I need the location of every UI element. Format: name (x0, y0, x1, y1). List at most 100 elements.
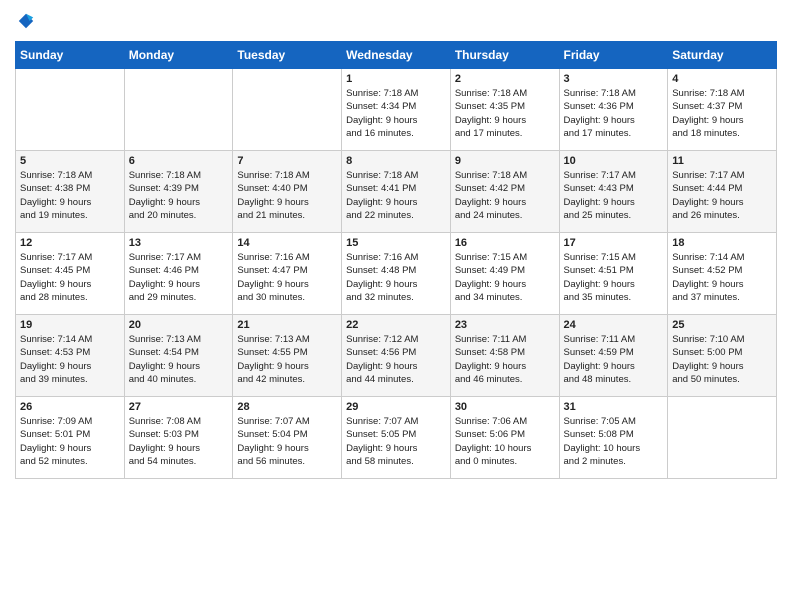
day-info: Sunrise: 7:18 AM Sunset: 4:42 PM Dayligh… (455, 169, 555, 222)
header (15, 10, 777, 31)
day-info: Sunrise: 7:07 AM Sunset: 5:04 PM Dayligh… (237, 415, 337, 468)
day-cell-23: 23 Sunrise: 7:11 AM Sunset: 4:58 PM Dayli… (450, 315, 559, 397)
day-number: 6 (129, 155, 229, 167)
day-number: 28 (237, 401, 337, 413)
day-number: 23 (455, 319, 555, 331)
day-number: 14 (237, 237, 337, 249)
day-info: Sunrise: 7:10 AM Sunset: 5:00 PM Dayligh… (672, 333, 772, 386)
week-row-4: 19 Sunrise: 7:14 AM Sunset: 4:53 PM Dayli… (16, 315, 777, 397)
day-info: Sunrise: 7:05 AM Sunset: 5:08 PM Dayligh… (564, 415, 664, 468)
day-info: Sunrise: 7:13 AM Sunset: 4:55 PM Dayligh… (237, 333, 337, 386)
day-cell-4: 4 Sunrise: 7:18 AM Sunset: 4:37 PM Daylig… (668, 69, 777, 151)
day-number: 4 (672, 73, 772, 85)
day-number: 2 (455, 73, 555, 85)
empty-cell (668, 397, 777, 479)
day-number: 3 (564, 73, 664, 85)
day-number: 10 (564, 155, 664, 167)
day-info: Sunrise: 7:11 AM Sunset: 4:59 PM Dayligh… (564, 333, 664, 386)
day-info: Sunrise: 7:08 AM Sunset: 5:03 PM Dayligh… (129, 415, 229, 468)
day-info: Sunrise: 7:18 AM Sunset: 4:34 PM Dayligh… (346, 87, 446, 140)
day-number: 13 (129, 237, 229, 249)
day-info: Sunrise: 7:17 AM Sunset: 4:46 PM Dayligh… (129, 251, 229, 304)
weekday-sunday: Sunday (16, 42, 125, 69)
day-info: Sunrise: 7:18 AM Sunset: 4:37 PM Dayligh… (672, 87, 772, 140)
weekday-header-row: SundayMondayTuesdayWednesdayThursdayFrid… (16, 42, 777, 69)
weekday-saturday: Saturday (668, 42, 777, 69)
page: SundayMondayTuesdayWednesdayThursdayFrid… (0, 0, 792, 489)
logo (15, 10, 35, 31)
day-info: Sunrise: 7:17 AM Sunset: 4:44 PM Dayligh… (672, 169, 772, 222)
weekday-wednesday: Wednesday (342, 42, 451, 69)
logo-icon (17, 12, 35, 30)
day-number: 18 (672, 237, 772, 249)
day-number: 15 (346, 237, 446, 249)
day-cell-29: 29Sunrise: 7:07 AM Sunset: 5:05 PM Dayli… (342, 397, 451, 479)
day-info: Sunrise: 7:16 AM Sunset: 4:47 PM Dayligh… (237, 251, 337, 304)
day-cell-3: 3 Sunrise: 7:18 AM Sunset: 4:36 PM Daylig… (559, 69, 668, 151)
day-cell-12: 12 Sunrise: 7:17 AM Sunset: 4:45 PM Dayli… (16, 233, 125, 315)
day-cell-18: 18 Sunrise: 7:14 AM Sunset: 4:52 PM Dayli… (668, 233, 777, 315)
day-number: 30 (455, 401, 555, 413)
day-number: 24 (564, 319, 664, 331)
day-number: 19 (20, 319, 120, 331)
day-info: Sunrise: 7:17 AM Sunset: 4:43 PM Dayligh… (564, 169, 664, 222)
day-cell-9: 9 Sunrise: 7:18 AM Sunset: 4:42 PM Daylig… (450, 151, 559, 233)
day-info: Sunrise: 7:14 AM Sunset: 4:52 PM Dayligh… (672, 251, 772, 304)
day-info: Sunrise: 7:06 AM Sunset: 5:06 PM Dayligh… (455, 415, 555, 468)
day-cell-27: 27 Sunrise: 7:08 AM Sunset: 5:03 PM Dayli… (124, 397, 233, 479)
day-info: Sunrise: 7:14 AM Sunset: 4:53 PM Dayligh… (20, 333, 120, 386)
day-cell-11: 11 Sunrise: 7:17 AM Sunset: 4:44 PM Dayli… (668, 151, 777, 233)
day-cell-15: 15 Sunrise: 7:16 AM Sunset: 4:48 PM Dayli… (342, 233, 451, 315)
day-number: 20 (129, 319, 229, 331)
day-cell-24: 24 Sunrise: 7:11 AM Sunset: 4:59 PM Dayli… (559, 315, 668, 397)
weekday-monday: Monday (124, 42, 233, 69)
day-info: Sunrise: 7:18 AM Sunset: 4:38 PM Dayligh… (20, 169, 120, 222)
day-info: Sunrise: 7:09 AM Sunset: 5:01 PM Dayligh… (20, 415, 120, 468)
week-row-3: 12 Sunrise: 7:17 AM Sunset: 4:45 PM Dayli… (16, 233, 777, 315)
day-cell-21: 21 Sunrise: 7:13 AM Sunset: 4:55 PM Dayli… (233, 315, 342, 397)
day-info: Sunrise: 7:07 AM Sunset: 5:05 PM Dayligh… (346, 415, 446, 468)
day-info: Sunrise: 7:18 AM Sunset: 4:39 PM Dayligh… (129, 169, 229, 222)
day-cell-10: 10 Sunrise: 7:17 AM Sunset: 4:43 PM Dayli… (559, 151, 668, 233)
day-number: 17 (564, 237, 664, 249)
day-number: 7 (237, 155, 337, 167)
day-number: 31 (564, 401, 664, 413)
day-info: Sunrise: 7:18 AM Sunset: 4:35 PM Dayligh… (455, 87, 555, 140)
day-cell-22: 22Sunrise: 7:12 AM Sunset: 4:56 PM Dayli… (342, 315, 451, 397)
day-cell-19: 19 Sunrise: 7:14 AM Sunset: 4:53 PM Dayli… (16, 315, 125, 397)
day-cell-13: 13 Sunrise: 7:17 AM Sunset: 4:46 PM Dayli… (124, 233, 233, 315)
day-info: Sunrise: 7:18 AM Sunset: 4:40 PM Dayligh… (237, 169, 337, 222)
day-number: 21 (237, 319, 337, 331)
week-row-2: 5 Sunrise: 7:18 AM Sunset: 4:38 PM Daylig… (16, 151, 777, 233)
day-number: 12 (20, 237, 120, 249)
day-info: Sunrise: 7:17 AM Sunset: 4:45 PM Dayligh… (20, 251, 120, 304)
day-info: Sunrise: 7:16 AM Sunset: 4:48 PM Dayligh… (346, 251, 446, 304)
day-cell-6: 6 Sunrise: 7:18 AM Sunset: 4:39 PM Daylig… (124, 151, 233, 233)
day-cell-26: 26Sunrise: 7:09 AM Sunset: 5:01 PM Dayli… (16, 397, 125, 479)
day-cell-2: 2 Sunrise: 7:18 AM Sunset: 4:35 PM Daylig… (450, 69, 559, 151)
day-info: Sunrise: 7:15 AM Sunset: 4:51 PM Dayligh… (564, 251, 664, 304)
day-cell-5: 5 Sunrise: 7:18 AM Sunset: 4:38 PM Daylig… (16, 151, 125, 233)
empty-cell (233, 69, 342, 151)
day-cell-25: 25 Sunrise: 7:10 AM Sunset: 5:00 PM Dayli… (668, 315, 777, 397)
day-number: 9 (455, 155, 555, 167)
empty-cell (16, 69, 125, 151)
day-number: 1 (346, 73, 446, 85)
day-cell-16: 16Sunrise: 7:15 AM Sunset: 4:49 PM Dayli… (450, 233, 559, 315)
day-cell-17: 17 Sunrise: 7:15 AM Sunset: 4:51 PM Dayli… (559, 233, 668, 315)
day-cell-1: 1 Sunrise: 7:18 AM Sunset: 4:34 PM Daylig… (342, 69, 451, 151)
day-cell-14: 14 Sunrise: 7:16 AM Sunset: 4:47 PM Dayli… (233, 233, 342, 315)
day-cell-7: 7 Sunrise: 7:18 AM Sunset: 4:40 PM Daylig… (233, 151, 342, 233)
day-number: 11 (672, 155, 772, 167)
day-number: 25 (672, 319, 772, 331)
day-cell-31: 31 Sunrise: 7:05 AM Sunset: 5:08 PM Dayli… (559, 397, 668, 479)
week-row-1: 1 Sunrise: 7:18 AM Sunset: 4:34 PM Daylig… (16, 69, 777, 151)
day-info: Sunrise: 7:11 AM Sunset: 4:58 PM Dayligh… (455, 333, 555, 386)
day-cell-28: 28 Sunrise: 7:07 AM Sunset: 5:04 PM Dayli… (233, 397, 342, 479)
day-info: Sunrise: 7:18 AM Sunset: 4:36 PM Dayligh… (564, 87, 664, 140)
day-cell-8: 8Sunrise: 7:18 AM Sunset: 4:41 PM Daylig… (342, 151, 451, 233)
day-number: 5 (20, 155, 120, 167)
week-row-5: 26Sunrise: 7:09 AM Sunset: 5:01 PM Dayli… (16, 397, 777, 479)
day-number: 27 (129, 401, 229, 413)
weekday-thursday: Thursday (450, 42, 559, 69)
